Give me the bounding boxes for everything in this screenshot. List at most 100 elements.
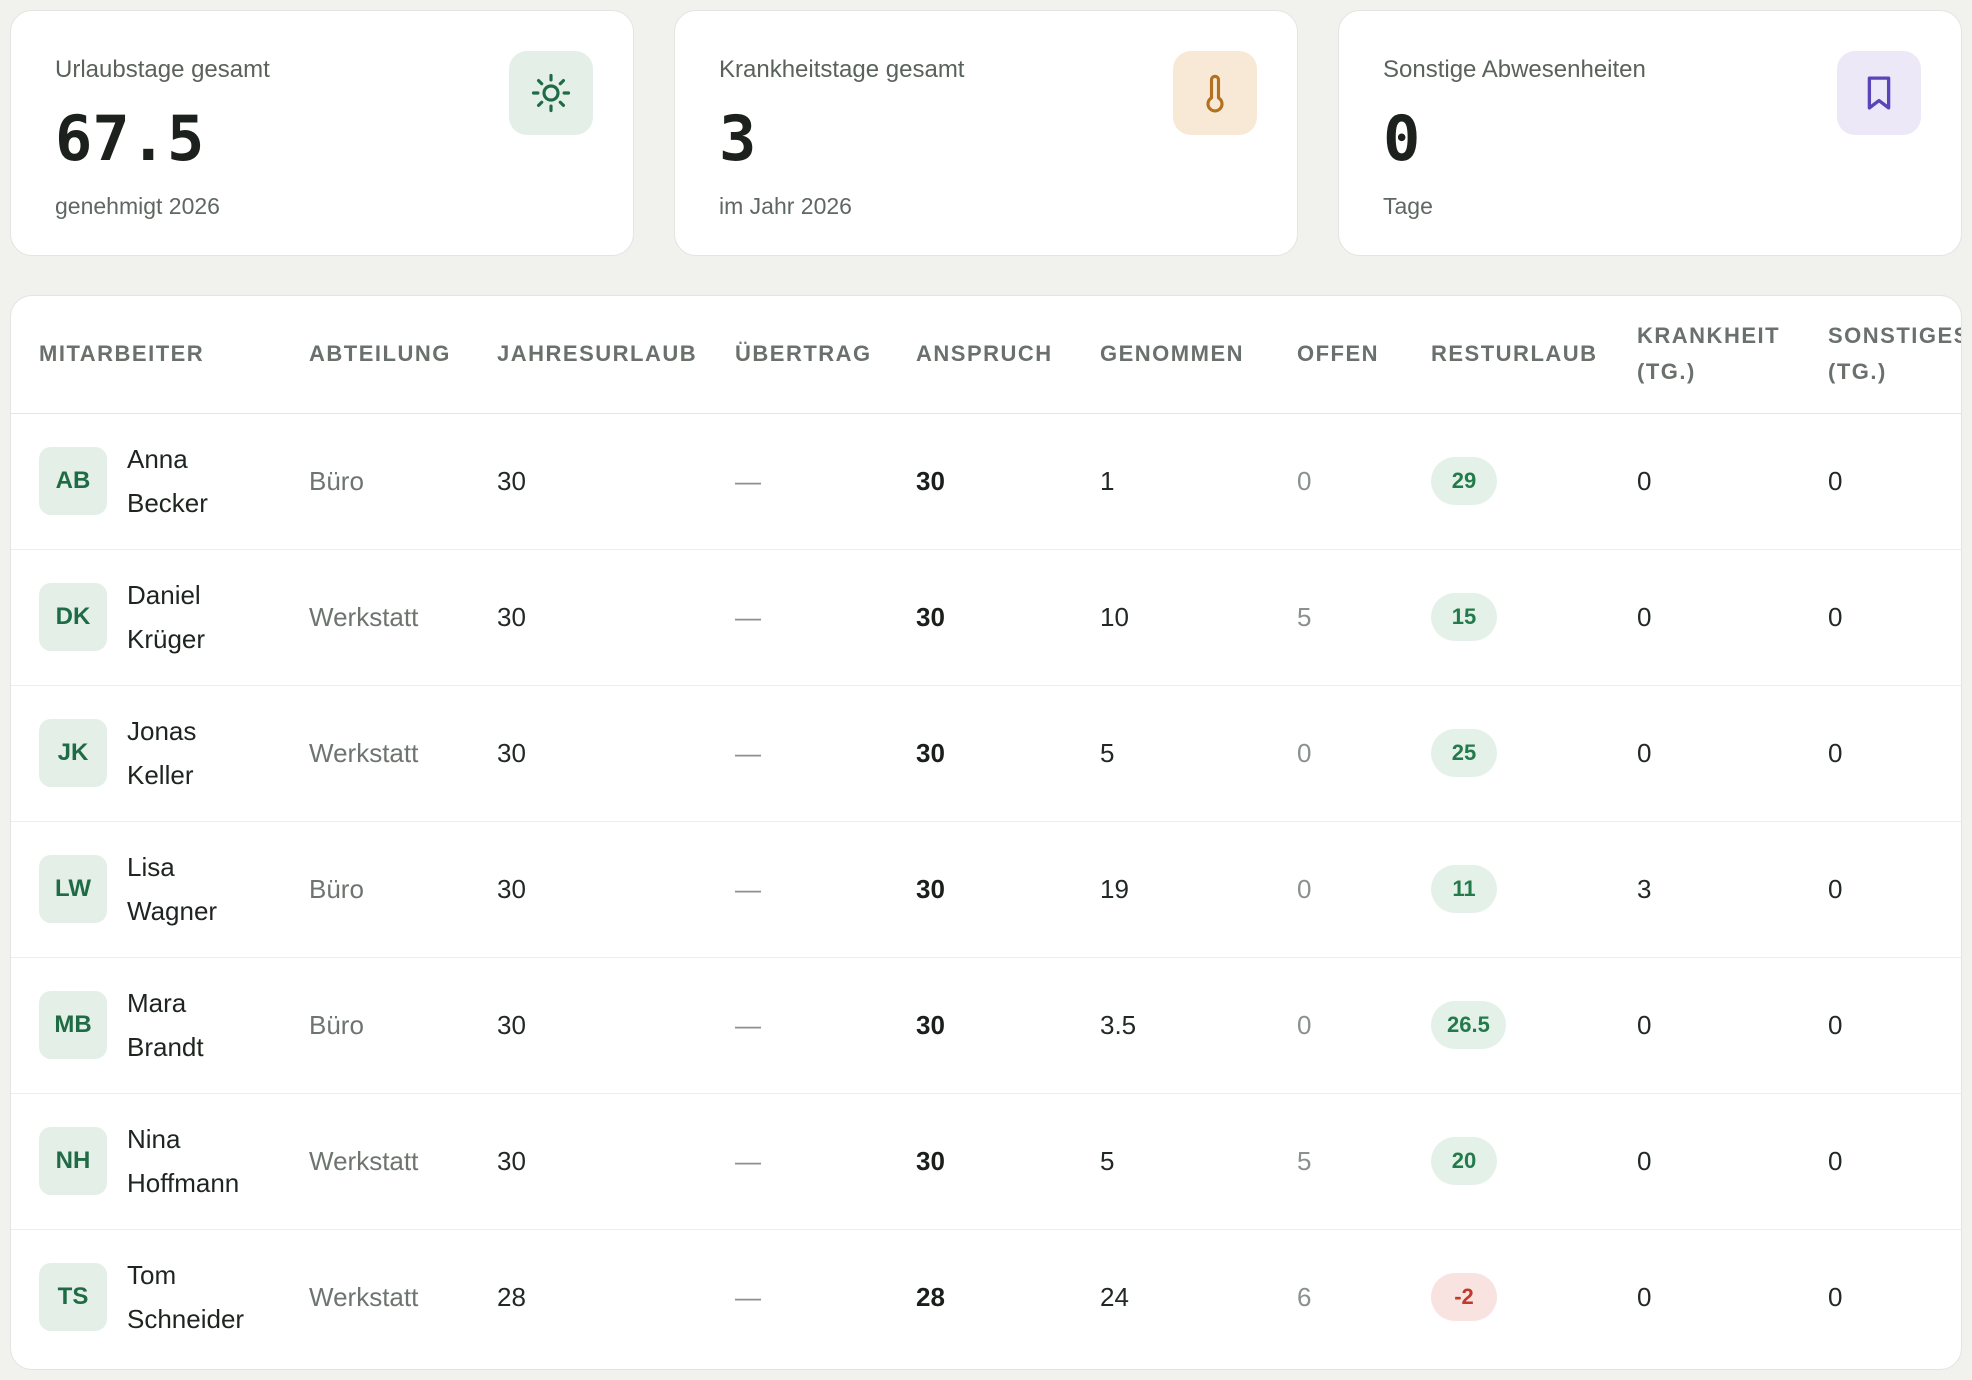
cell-uebertrag: — xyxy=(735,685,916,822)
cell-anspruch: 28 xyxy=(916,1281,945,1312)
cell-resturlaub: 29 xyxy=(1431,413,1637,550)
cell-sonstiges: 0 xyxy=(1828,685,1961,822)
employee-name[interactable]: Jonas Keller xyxy=(127,709,196,797)
employee: AB Anna Becker xyxy=(39,437,309,525)
cell-anspruch: 30 xyxy=(916,685,1100,822)
employee-first-name: Daniel xyxy=(127,580,201,610)
cell-mitarbeiter: LW Lisa Wagner xyxy=(11,821,309,958)
employee-absence-table: MITARBEITER ABTEILUNG JAHRESURLAUB ÜBERT… xyxy=(10,295,1962,1370)
employee-name[interactable]: Daniel Krüger xyxy=(127,573,205,661)
cell-anspruch: 30 xyxy=(916,413,1100,550)
cell-mitarbeiter: TS Tom Schneider xyxy=(11,1229,309,1365)
resturlaub-badge: 15 xyxy=(1431,593,1497,641)
cell-mitarbeiter: NH Nina Hoffmann xyxy=(11,1093,309,1230)
cell-mitarbeiter: DK Daniel Krüger xyxy=(11,549,309,686)
cell-krankheit: 0 xyxy=(1637,549,1828,686)
resturlaub-badge: 29 xyxy=(1431,457,1497,505)
avatar: TS xyxy=(39,1263,107,1332)
table-row[interactable]: DK Daniel Krüger Werkstatt 30 — 30 10 5 … xyxy=(11,549,1961,686)
cell-offen: 0 xyxy=(1297,957,1431,1094)
employee: JK Jonas Keller xyxy=(39,709,309,797)
employee-first-name: Tom xyxy=(127,1260,177,1291)
cell-offen: 0 xyxy=(1297,685,1431,822)
avatar: DK xyxy=(39,583,107,651)
employee-last-name: Schneider xyxy=(127,1304,245,1335)
column-header-jahresurlaub[interactable]: JAHRESURLAUB xyxy=(497,296,735,414)
cell-krankheit: 3 xyxy=(1637,821,1828,958)
avatar: MB xyxy=(39,991,107,1059)
cell-offen: 0 xyxy=(1297,413,1431,550)
cell-genommen: 5 xyxy=(1100,1093,1297,1230)
employee-first-name: Nina xyxy=(127,1124,181,1154)
column-header-uebertrag[interactable]: ÜBERTRAG xyxy=(735,296,916,414)
employee-last-name: Wagner xyxy=(127,896,218,926)
employee: MB Mara Brandt xyxy=(39,981,309,1069)
column-header-resturlaub[interactable]: RESTURLAUB xyxy=(1431,296,1637,414)
cell-jahresurlaub: 30 xyxy=(497,549,735,686)
cell-offen: 5 xyxy=(1297,549,1431,686)
cell-sonstiges: 0 xyxy=(1828,1281,1843,1312)
table-row[interactable]: MB Mara Brandt Büro 30 — 30 3.5 0 26.5 0… xyxy=(11,957,1961,1094)
cell-resturlaub: 20 xyxy=(1431,1093,1637,1230)
column-header-abteilung[interactable]: ABTEILUNG xyxy=(309,296,497,414)
cell-genommen: 1 xyxy=(1100,413,1297,550)
header-line: (TG.) xyxy=(1637,359,1696,385)
cell-genommen: 3.5 xyxy=(1100,957,1297,1094)
cell-sonstiges: 0 xyxy=(1828,413,1961,550)
table-row[interactable]: JK Jonas Keller Werkstatt 30 — 30 5 0 25… xyxy=(11,685,1961,822)
cell-krankheit: 0 xyxy=(1637,1281,1652,1312)
employee-first-name: Mara xyxy=(127,988,187,1018)
avatar: AB xyxy=(39,447,107,515)
employee-name[interactable]: Mara Brandt xyxy=(127,981,204,1069)
cell-resturlaub: 15 xyxy=(1431,549,1637,686)
cell-jahresurlaub: 28 xyxy=(497,1281,526,1312)
cell-uebertrag: — xyxy=(735,1093,916,1230)
cell-resturlaub: 11 xyxy=(1431,821,1637,958)
table-body: AB Anna Becker Büro 30 — 30 1 0 29 0 0 D… xyxy=(11,413,1961,1365)
column-header-sonstiges[interactable]: SONSTIGES (TG.) xyxy=(1828,296,1961,414)
resturlaub-badge: -2 xyxy=(1431,1273,1497,1322)
card-urlaubstage: Urlaubstage gesamt 67.5 genehmigt 2026 xyxy=(10,10,634,256)
avatar: LW xyxy=(39,855,107,923)
employee-last-name: Krüger xyxy=(127,624,206,654)
cell-sonstiges: 0 xyxy=(1828,1093,1961,1230)
cell-jahresurlaub: 30 xyxy=(497,821,735,958)
column-header-offen[interactable]: OFFEN xyxy=(1297,296,1431,414)
cell-abteilung: Büro xyxy=(309,957,497,1094)
cell-resturlaub: 26.5 xyxy=(1431,957,1637,1094)
cell-mitarbeiter: AB Anna Becker xyxy=(11,413,309,550)
cell-krankheit: 0 xyxy=(1637,1093,1828,1230)
table-row[interactable]: NH Nina Hoffmann Werkstatt 30 — 30 5 5 2… xyxy=(11,1093,1961,1230)
cell-abteilung: Werkstatt xyxy=(309,1093,497,1230)
employee-name[interactable]: Nina Hoffmann xyxy=(127,1117,239,1205)
card-subtitle: im Jahr 2026 xyxy=(719,193,852,219)
employee-last-name: Brandt xyxy=(127,1032,204,1062)
cell-offen: 6 xyxy=(1297,1281,1312,1312)
employee-name[interactable]: Tom Schneider xyxy=(127,1253,244,1341)
column-header-genommen[interactable]: GENOMMEN xyxy=(1100,296,1297,414)
column-header-krankheit[interactable]: KRANKHEIT (TG.) xyxy=(1637,296,1828,414)
employee-first-name: Anna xyxy=(127,444,188,474)
employee-name[interactable]: Anna Becker xyxy=(127,437,208,525)
cell-jahresurlaub: 30 xyxy=(497,685,735,822)
cell-genommen: 19 xyxy=(1100,821,1297,958)
employee-last-name: Keller xyxy=(127,760,194,790)
cell-genommen: 5 xyxy=(1100,685,1297,822)
table-row[interactable]: AB Anna Becker Büro 30 — 30 1 0 29 0 0 xyxy=(11,413,1961,550)
employee-first-name: Lisa xyxy=(127,852,175,882)
table-header-row: MITARBEITER ABTEILUNG JAHRESURLAUB ÜBERT… xyxy=(11,296,1961,414)
column-header-anspruch[interactable]: ANSPRUCH xyxy=(916,296,1100,414)
resturlaub-badge: 25 xyxy=(1431,729,1497,777)
cell-jahresurlaub: 30 xyxy=(497,413,735,550)
table-row[interactable]: LW Lisa Wagner Büro 30 — 30 19 0 11 3 0 xyxy=(11,821,1961,958)
cell-sonstiges: 0 xyxy=(1828,549,1961,686)
resturlaub-badge: 20 xyxy=(1431,1137,1497,1185)
table-row[interactable]: TS Tom Schneider Werkstatt 28 — 28 24 6 … xyxy=(11,1229,1961,1365)
card-sonstige-abwesenheiten: Sonstige Abwesenheiten 0 Tage xyxy=(1338,10,1962,256)
employee-name[interactable]: Lisa Wagner xyxy=(127,845,217,933)
column-header-mitarbeiter[interactable]: MITARBEITER xyxy=(11,296,309,414)
cell-sonstiges: 0 xyxy=(1828,821,1961,958)
cell-abteilung: Büro xyxy=(309,821,497,958)
avatar: NH xyxy=(39,1127,107,1195)
sun-icon xyxy=(509,51,593,135)
